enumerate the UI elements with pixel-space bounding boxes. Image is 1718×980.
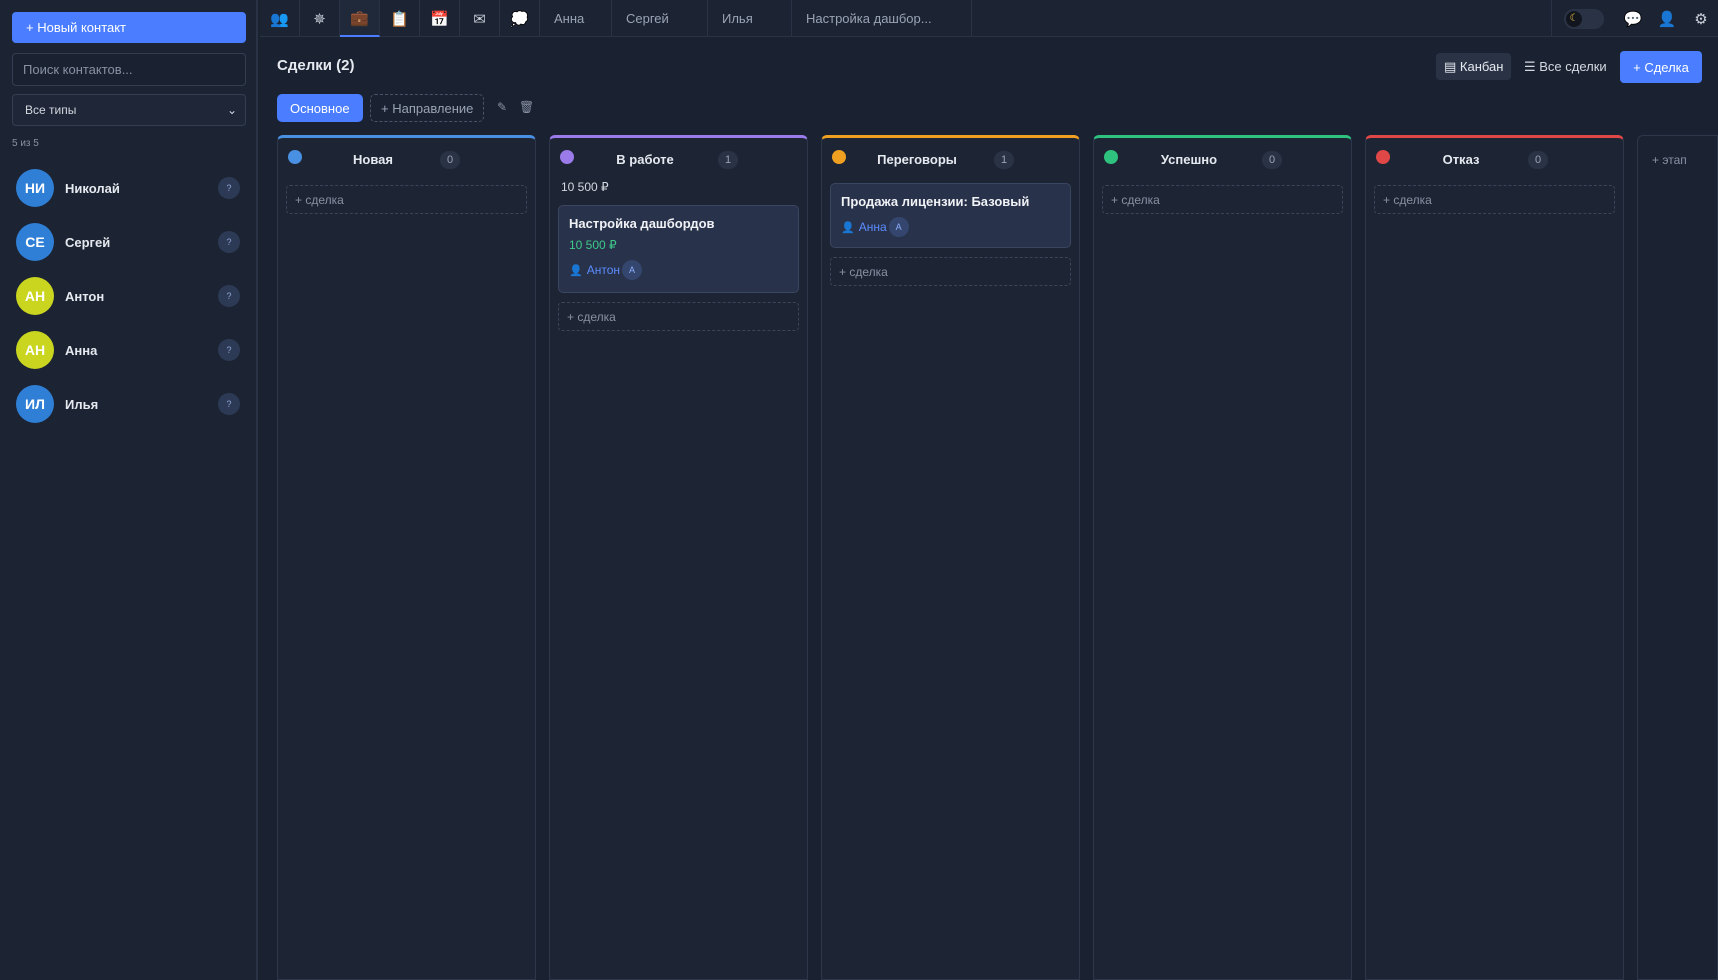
deal-title: Продажа лицензии: Базовый <box>841 194 1030 209</box>
column-header: Успешно 0 <box>1094 138 1351 176</box>
contact-item[interactable]: ИЛ Илья ? <box>12 377 244 431</box>
stage-column-in-progress: В работе 1 10 500 ₽ Настройка дашбордов … <box>549 135 808 980</box>
page-title: Сделки (2) <box>277 57 355 74</box>
stage-column-new: Новая 0 + сделка <box>277 135 536 980</box>
all-deals-view-button[interactable]: ☰ Все сделки <box>1520 53 1611 80</box>
column-count-badge: 0 <box>1262 151 1282 169</box>
chevron-down-icon: ⌄ <box>226 103 237 117</box>
add-stage-label: + этап <box>1652 153 1687 167</box>
column-title: Переговоры <box>877 152 957 167</box>
contact-item[interactable]: НИ Николай ? <box>12 161 244 215</box>
clipboard-icon[interactable]: 📋 <box>380 0 420 37</box>
column-header: Отказ 0 <box>1366 138 1623 176</box>
gear-icon[interactable]: ⚙ <box>1684 10 1718 28</box>
avatar: АН <box>16 331 54 369</box>
person-icon: 👤 <box>841 221 855 234</box>
add-stage-column[interactable]: + этап <box>1637 135 1718 980</box>
deal-card[interactable]: Продажа лицензии: Базовый 👤 Анна А <box>830 183 1071 248</box>
add-deal-to-stage-button[interactable]: + сделка <box>558 302 799 331</box>
avatar: АН <box>16 277 54 315</box>
theme-toggle[interactable]: ☾ <box>1564 8 1604 29</box>
contact-count: 5 из 5 <box>12 138 39 149</box>
add-deal-to-stage-button[interactable]: + сделка <box>286 185 527 214</box>
avatar: А <box>622 260 642 280</box>
pipeline-tab-main[interactable]: Основное <box>277 94 363 122</box>
avatar: А <box>888 217 909 237</box>
person-icon: 👤 <box>569 264 583 277</box>
contact-name: Сергей <box>65 234 111 250</box>
column-header: В работе 1 <box>550 138 807 176</box>
column-title: В работе <box>616 152 674 167</box>
add-deal-button[interactable]: + Сделка <box>1620 51 1702 83</box>
column-header: Переговоры 1 <box>822 138 1079 176</box>
avatar: ИЛ <box>16 385 54 423</box>
column-count-badge: 0 <box>440 151 460 169</box>
trash-icon[interactable]: 🗑 <box>519 100 534 114</box>
avatar: СЕ <box>16 223 54 261</box>
avatar: НИ <box>16 169 54 207</box>
contact-item[interactable]: АН Анна ? <box>12 323 244 377</box>
contact-name: Николай <box>65 180 120 196</box>
tab-ilya[interactable]: Илья <box>708 0 792 37</box>
deal-owner-name[interactable]: Анна <box>859 220 887 234</box>
deal-owner-name[interactable]: Антон <box>587 263 620 277</box>
contacts-sidebar: + Новый контакт Все типы ⌄ 5 из 5 НИ Ник… <box>0 0 258 980</box>
profile-icon[interactable]: 👤 <box>1650 10 1684 28</box>
tab-sergey[interactable]: Сергей <box>612 0 708 37</box>
deal-amount: 10 500 ₽ <box>569 238 617 252</box>
moon-icon: ☾ <box>1566 10 1582 27</box>
stage-column-negotiation: Переговоры 1 Продажа лицензии: Базовый 👤… <box>821 135 1080 980</box>
messages-icon[interactable]: 💬 <box>1616 10 1650 28</box>
deal-title: Настройка дашбордов <box>569 216 715 231</box>
contact-search-input[interactable] <box>12 53 246 86</box>
column-title: Успешно <box>1160 152 1218 167</box>
contact-item[interactable]: АН Антон ? <box>12 269 244 323</box>
contact-status-badge[interactable]: ? <box>218 339 240 361</box>
contact-status-badge[interactable]: ? <box>218 285 240 307</box>
add-pipeline-button[interactable]: + Направление <box>370 94 485 122</box>
deal-owner: 👤 Анна А <box>841 217 1060 237</box>
contact-name: Анна <box>65 342 98 358</box>
add-deal-to-stage-button[interactable]: + сделка <box>830 257 1071 286</box>
topbar-actions: ☾ 💬 👤 ⚙ <box>1551 0 1718 37</box>
top-tab-bar: 👥 ✵ 💼 📋 📅 ✉ 💭 Анна Сергей Илья Настройка… <box>260 0 1718 37</box>
contact-list: НИ Николай ? СЕ Сергей ? АН Антон ? АН А… <box>12 161 244 431</box>
new-contact-button[interactable]: + Новый контакт <box>12 12 246 43</box>
mail-icon[interactable]: ✉ <box>460 0 500 37</box>
deal-card[interactable]: Настройка дашбордов 10 500 ₽ 👤 Антон А <box>558 205 799 293</box>
network-icon[interactable]: ✵ <box>300 0 340 37</box>
contact-status-badge[interactable]: ? <box>218 231 240 253</box>
chat-bubble-icon[interactable]: 💭 <box>500 0 540 37</box>
column-count-badge: 1 <box>718 151 738 169</box>
contact-status-badge[interactable]: ? <box>218 177 240 199</box>
column-count-badge: 0 <box>1528 151 1548 169</box>
tab-anna[interactable]: Анна <box>540 0 612 37</box>
add-deal-to-stage-button[interactable]: + сделка <box>1102 185 1343 214</box>
contact-type-select[interactable]: Все типы ⌄ <box>12 94 246 126</box>
contact-name: Илья <box>65 396 99 412</box>
contact-status-badge[interactable]: ? <box>218 393 240 415</box>
deal-owner: 👤 Антон А <box>569 260 788 280</box>
kanban-view-button[interactable]: ▤ Канбан <box>1436 53 1512 80</box>
column-sum: 10 500 ₽ <box>561 180 609 194</box>
contacts-icon[interactable]: 👥 <box>260 0 300 37</box>
stage-column-success: Успешно 0 + сделка <box>1093 135 1352 980</box>
pencil-icon[interactable]: ✎ <box>497 100 507 114</box>
tab-deal-dashboard[interactable]: Настройка дашбор... <box>792 0 972 37</box>
type-select-value: Все типы <box>25 103 77 117</box>
column-header: Новая 0 <box>278 138 535 176</box>
contact-item[interactable]: СЕ Сергей ? <box>12 215 244 269</box>
column-count-badge: 1 <box>994 151 1014 169</box>
calendar-icon[interactable]: 📅 <box>420 0 460 37</box>
add-deal-to-stage-button[interactable]: + сделка <box>1374 185 1615 214</box>
briefcase-icon[interactable]: 💼 <box>340 0 380 37</box>
stage-column-rejected: Отказ 0 + сделка <box>1365 135 1624 980</box>
contact-name: Антон <box>65 288 105 304</box>
